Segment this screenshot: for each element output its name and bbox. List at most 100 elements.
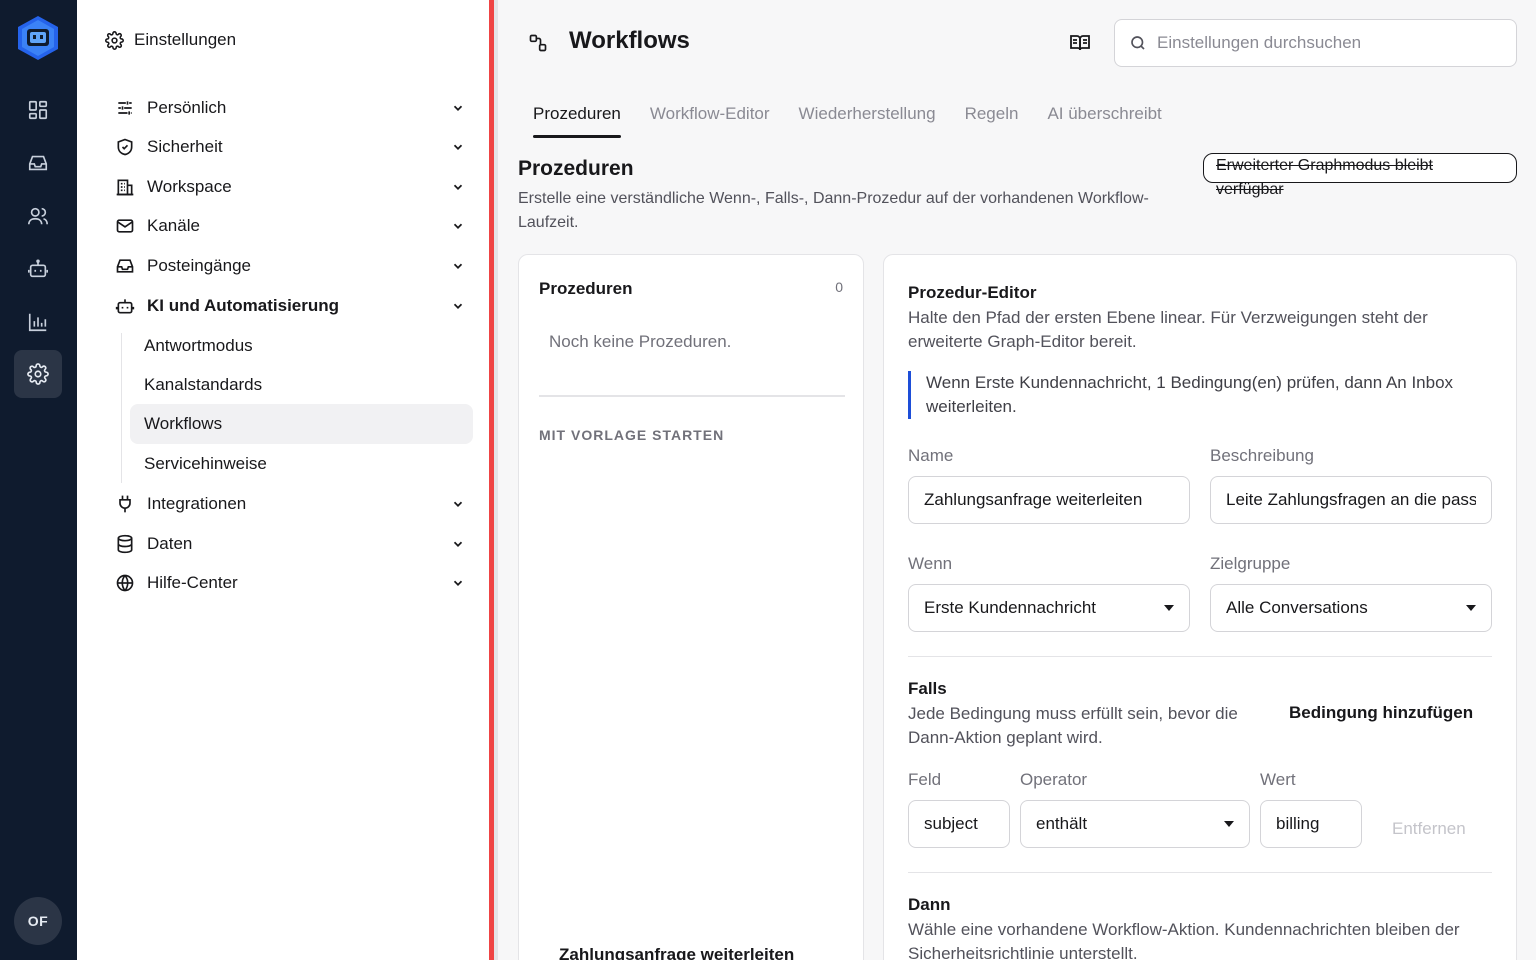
audience-select[interactable]: Alle Conversations	[1210, 584, 1492, 632]
caret-down-icon	[1466, 605, 1476, 611]
description-field[interactable]	[1210, 476, 1492, 524]
dashboard-icon	[28, 100, 48, 120]
settings-sidebar: Einstellungen Persönlich Sicherheit Work…	[77, 0, 490, 960]
settings-search[interactable]	[1114, 19, 1517, 67]
sliders-icon	[118, 101, 132, 115]
if-title: Falls	[908, 679, 947, 698]
chevron-down-icon	[453, 144, 463, 150]
rail-reports-button[interactable]	[14, 298, 62, 346]
condition-field-label: Feld	[908, 770, 942, 789]
sidebar-item-sicherheit[interactable]: Sicherheit	[115, 132, 465, 162]
procedures-count: 0	[835, 279, 843, 295]
procedures-list-title: Prozeduren	[539, 279, 633, 298]
name-input[interactable]	[924, 490, 1174, 510]
sidebar-item-label: Hilfe-Center	[147, 573, 238, 592]
tab-wiederherstellung[interactable]: Wiederherstellung	[799, 104, 936, 138]
chevron-down-icon	[453, 263, 463, 269]
sidebar-item-label: Integrationen	[147, 494, 247, 513]
then-description: Wähle eine vorhandene Workflow-Aktion. K…	[908, 920, 1460, 960]
audience-label: Zielgruppe	[1210, 554, 1291, 573]
sidebar-item-label: Posteingänge	[147, 256, 251, 275]
rail-contacts-button[interactable]	[14, 192, 62, 240]
when-label: Wenn	[908, 554, 953, 573]
when-select[interactable]: Erste Kundennachricht	[908, 584, 1190, 632]
chevron-down-icon	[453, 580, 463, 586]
sidebar-subitem-antwortmodus[interactable]: Antwortmodus	[130, 326, 473, 366]
plug-icon	[119, 495, 131, 513]
search-icon	[1131, 36, 1145, 50]
sidebar-item-label: Kanäle	[147, 216, 200, 235]
procedure-summary: Wenn Erste Kundennachricht, 1 Bedingung(…	[908, 371, 1494, 419]
settings-sidebar-header: Einstellungen	[105, 28, 236, 52]
rail-settings-button[interactable]	[14, 350, 62, 398]
workflow-icon	[529, 34, 547, 52]
empty-state-text: Noch keine Prozeduren.	[549, 332, 732, 351]
template-item[interactable]: Zahlungsanfrage weiterleiten	[559, 945, 794, 960]
mail-icon	[116, 219, 134, 233]
description-label: Beschreibung	[1210, 446, 1314, 465]
page-title: Workflows	[569, 27, 690, 54]
rail-inbox-button[interactable]	[14, 139, 62, 187]
bar-chart-icon	[28, 313, 47, 332]
audience-select-value: Alle Conversations	[1226, 598, 1368, 617]
search-input[interactable]	[1157, 33, 1516, 53]
inbox-icon	[116, 259, 134, 273]
gear-icon	[105, 30, 124, 50]
remove-condition-button[interactable]: Entfernen	[1392, 819, 1466, 839]
inbox-icon	[28, 155, 48, 171]
sidebar-subitem-servicehinweise[interactable]: Servicehinweise	[130, 444, 473, 484]
name-field[interactable]	[908, 476, 1190, 524]
when-select-value: Erste Kundennachricht	[924, 598, 1096, 617]
sidebar-subitem-kanalstandards[interactable]: Kanalstandards	[130, 365, 473, 405]
chevron-down-icon	[453, 223, 463, 229]
tab-prozeduren[interactable]: Prozeduren	[533, 104, 621, 138]
sidebar-item-integrationen[interactable]: Integrationen	[115, 489, 465, 519]
sidebar-subitem-workflows[interactable]: Workflows	[130, 404, 473, 444]
chevron-down-icon	[453, 105, 463, 111]
templates-heading: MIT VORLAGE STARTEN	[539, 427, 725, 443]
tab-workflow-editor[interactable]: Workflow-Editor	[650, 104, 770, 138]
sidebar-item-workspace[interactable]: Workspace	[115, 172, 465, 202]
caret-down-icon	[1224, 821, 1234, 827]
building-icon	[116, 179, 134, 196]
sidebar-item-daten[interactable]: Daten	[115, 529, 465, 559]
sidebar-item-label: Workspace	[147, 177, 232, 196]
divider	[908, 656, 1492, 657]
tab-regeln[interactable]: Regeln	[965, 104, 1019, 138]
sidebar-item-hilfe-center[interactable]: Hilfe-Center	[115, 568, 465, 598]
graph-mode-button[interactable]: Erweiterter Graphmodus bleibt verfügbar	[1203, 153, 1517, 198]
condition-value-input[interactable]	[1260, 800, 1362, 848]
condition-field-text[interactable]	[924, 814, 994, 834]
settings-sidebar-title: Einstellungen	[134, 30, 237, 49]
user-avatar[interactable]: OF	[14, 897, 62, 945]
sidebar-item-ki-automatisierung[interactable]: KI und Automatisierung	[115, 291, 465, 321]
tab-ai-ueberschreibt[interactable]: AI überschreibt	[1047, 104, 1161, 138]
condition-field-input[interactable]	[908, 800, 1010, 848]
then-title: Dann	[908, 895, 951, 914]
section-description: Erstelle eine verständliche Wenn-, Falls…	[518, 190, 1149, 231]
users-icon	[28, 207, 48, 225]
submenu-line	[121, 333, 122, 483]
globe-icon	[116, 574, 134, 592]
sidebar-item-posteingaenge[interactable]: Posteingänge	[115, 251, 465, 281]
docs-button[interactable]	[1068, 31, 1092, 55]
chevron-down-icon	[453, 541, 463, 547]
add-condition-button[interactable]: Bedingung hinzufügen	[1289, 703, 1473, 723]
rail-dashboard-button[interactable]	[14, 86, 62, 134]
condition-operator-select[interactable]: enthält	[1020, 800, 1250, 848]
sidebar-item-kanaele[interactable]: Kanäle	[115, 211, 465, 241]
condition-value-text[interactable]	[1276, 814, 1346, 834]
database-icon	[117, 534, 133, 554]
rail-bots-button[interactable]	[14, 245, 62, 293]
procedures-list-card: Prozeduren 0 Noch keine Prozeduren. MIT …	[518, 254, 864, 960]
sidebar-item-label: Persönlich	[147, 98, 227, 117]
condition-operator-label: Operator	[1020, 770, 1088, 789]
book-open-icon	[1070, 35, 1090, 51]
app-logo-icon[interactable]	[16, 14, 60, 62]
chevron-down-icon	[453, 184, 463, 190]
app-rail: OF	[0, 0, 77, 960]
bot-icon	[115, 299, 135, 314]
operator-select-value: enthält	[1036, 814, 1088, 833]
description-input[interactable]	[1226, 490, 1476, 510]
sidebar-item-persoenlich[interactable]: Persönlich	[115, 93, 465, 123]
